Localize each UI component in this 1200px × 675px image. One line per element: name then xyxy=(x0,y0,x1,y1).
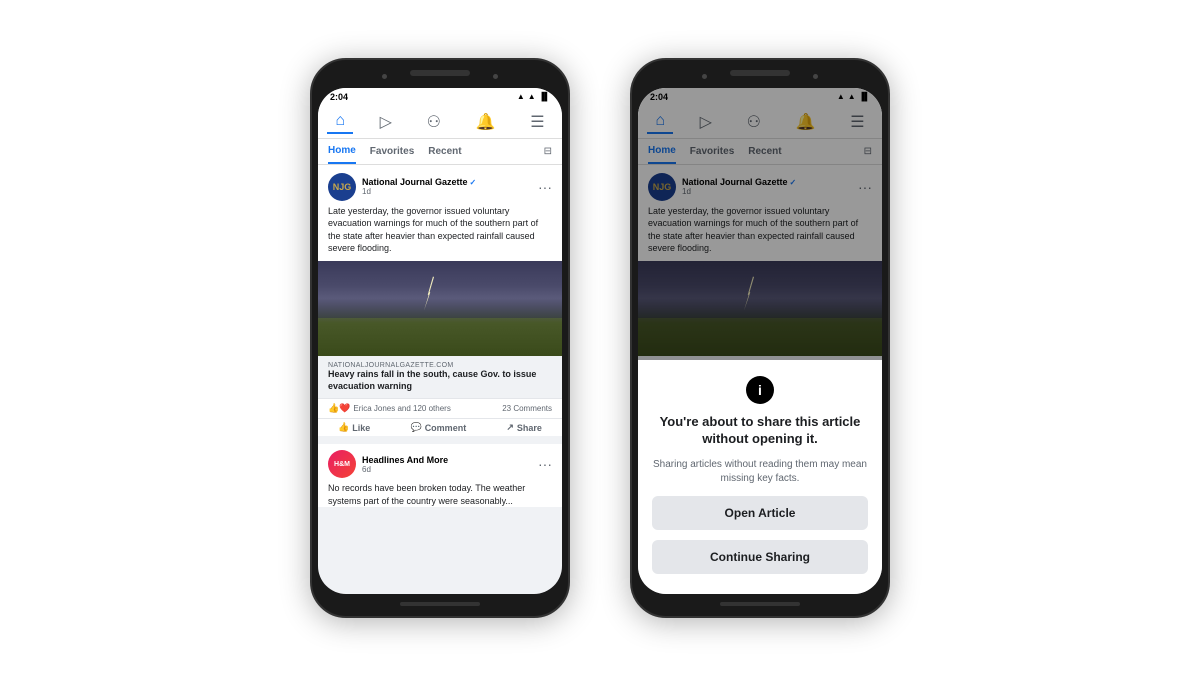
comment-button[interactable]: 💬 Comment xyxy=(410,422,466,433)
tab-recent[interactable]: Recent xyxy=(428,140,461,163)
tab-home[interactable]: Home xyxy=(328,139,356,164)
like-icon: 👍 xyxy=(338,422,349,433)
filter-tabs-left: Home Favorites Recent ⊟ xyxy=(318,139,562,165)
signal-icon: ▲ xyxy=(517,92,525,101)
status-bar-left: 2:04 ▲ ▲ ▐▌ xyxy=(318,88,562,104)
open-article-button[interactable]: Open Article xyxy=(652,496,868,530)
share-icon: ↗ xyxy=(506,422,514,433)
like-emoji: 👍❤️ xyxy=(328,403,350,414)
verified-badge-1: ✓ xyxy=(470,178,477,187)
modal-title: You're about to share this article witho… xyxy=(652,414,868,448)
nav-home[interactable]: ⌂ xyxy=(327,110,353,134)
like-button[interactable]: 👍 Like xyxy=(338,422,370,433)
post-meta-1: National Journal Gazette ✓ 1d xyxy=(362,177,532,196)
tab-favorites[interactable]: Favorites xyxy=(370,140,414,163)
modal-info-icon: i xyxy=(746,376,774,404)
post-card-1: NJG National Journal Gazette ✓ 1d ··· La… xyxy=(318,165,562,437)
phone-right: 2:04 ▲ ▲ ▐▌ ⌂ ▷ ⚇ 🔔 ☰ Home Favorites Rec… xyxy=(630,58,890,618)
phone-right-shell: 2:04 ▲ ▲ ▐▌ ⌂ ▷ ⚇ 🔔 ☰ Home Favorites Rec… xyxy=(630,58,890,618)
post-more-1[interactable]: ··· xyxy=(538,179,552,195)
post-reactions-1: 👍❤️ Erica Jones and 120 others 23 Commen… xyxy=(318,398,562,419)
fb-nav-left: ⌂ ▷ ⚇ 🔔 ☰ xyxy=(318,104,562,139)
avatar-ham: H&M xyxy=(328,450,356,478)
nav-menu[interactable]: ☰ xyxy=(522,110,552,134)
feed-left: NJG National Journal Gazette ✓ 1d ··· La… xyxy=(318,165,562,594)
comment-icon: 💬 xyxy=(410,422,421,433)
phone-left-screen: 2:04 ▲ ▲ ▐▌ ⌂ ▷ ⚇ 🔔 ☰ Home Favorites Rec… xyxy=(318,88,562,594)
post-time-2: 6d xyxy=(362,465,532,474)
post-time-1: 1d xyxy=(362,187,532,196)
share-button[interactable]: ↗ Share xyxy=(506,422,542,433)
modal-subtitle: Sharing articles without reading them ma… xyxy=(652,458,868,486)
post-actions-1: 👍 Like 💬 Comment ↗ Share xyxy=(318,419,562,436)
speaker-left-dot xyxy=(382,74,387,79)
filter-icon[interactable]: ⊟ xyxy=(544,146,552,157)
post-text-2: No records have been broken today. The w… xyxy=(318,482,562,507)
post-card-2: H&M Headlines And More 6d ··· No records… xyxy=(318,444,562,507)
speaker-right-right-dot xyxy=(813,74,818,79)
article-source-1: NATIONALJOURNALGAZETTE.COM xyxy=(328,362,552,369)
reaction-text-1: Erica Jones and 120 others xyxy=(353,404,450,413)
phone-left-shell: 2:04 ▲ ▲ ▐▌ ⌂ ▷ ⚇ 🔔 ☰ Home Favorites Rec… xyxy=(310,58,570,618)
nav-notifications[interactable]: 🔔 xyxy=(468,110,504,134)
post-meta-2: Headlines And More 6d xyxy=(362,455,532,474)
article-preview-1[interactable]: NATIONALJOURNALGAZETTE.COM Heavy rains f… xyxy=(318,356,562,398)
avatar-njg: NJG xyxy=(328,173,356,201)
wifi-icon: ▲ xyxy=(528,92,536,101)
comments-count-1: 23 Comments xyxy=(502,404,552,413)
storm-clouds xyxy=(318,261,562,323)
post-text-1: Late yesterday, the governor issued volu… xyxy=(318,205,562,261)
post-header-2: H&M Headlines And More 6d ··· xyxy=(318,444,562,482)
storm-image-1 xyxy=(318,261,562,356)
battery-icon: ▐▌ xyxy=(539,92,550,101)
post-author-1: National Journal Gazette ✓ xyxy=(362,177,532,187)
post-author-2: Headlines And More xyxy=(362,455,532,465)
status-icons-left: ▲ ▲ ▐▌ xyxy=(517,92,550,101)
share-modal: i You're about to share this article wit… xyxy=(638,360,882,594)
time-left: 2:04 xyxy=(330,92,348,102)
reaction-info-1: 👍❤️ Erica Jones and 120 others xyxy=(328,403,451,414)
speaker-right-left-dot xyxy=(702,74,707,79)
post-more-2[interactable]: ··· xyxy=(538,456,552,472)
speaker-right-dot xyxy=(493,74,498,79)
post-header-1: NJG National Journal Gazette ✓ 1d ··· xyxy=(318,165,562,205)
article-title-1: Heavy rains fall in the south, cause Gov… xyxy=(328,369,552,392)
nav-groups[interactable]: ⚇ xyxy=(419,110,449,134)
nav-video[interactable]: ▷ xyxy=(372,110,400,134)
phone-left: 2:04 ▲ ▲ ▐▌ ⌂ ▷ ⚇ 🔔 ☰ Home Favorites Rec… xyxy=(310,58,570,618)
continue-sharing-button[interactable]: Continue Sharing xyxy=(652,540,868,574)
